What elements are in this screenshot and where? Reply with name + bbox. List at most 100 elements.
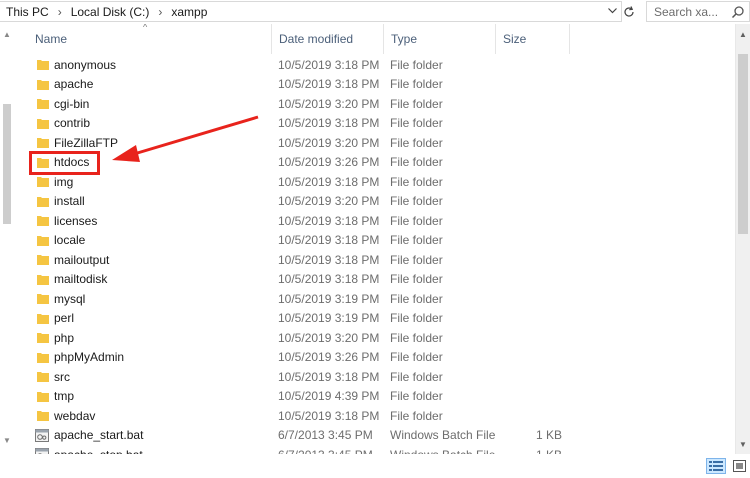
folder-icon bbox=[37, 234, 49, 247]
large-icons-view-icon[interactable] bbox=[730, 458, 748, 474]
table-row[interactable]: contrib 10/5/2019 3:18 PM File folder bbox=[0, 114, 735, 134]
table-row[interactable]: src 10/5/2019 3:18 PM File folder bbox=[0, 367, 735, 387]
file-date-modified: 10/5/2019 3:19 PM bbox=[278, 291, 380, 306]
table-row[interactable]: apache 10/5/2019 3:18 PM File folder bbox=[0, 75, 735, 95]
table-row[interactable]: apache_stop.bat6/7/2013 3:45 PMWindows B… bbox=[0, 445, 735, 454]
folder-icon bbox=[37, 78, 49, 91]
file-type: File folder bbox=[390, 311, 443, 326]
file-type: File folder bbox=[390, 291, 443, 306]
file-name: mysql bbox=[54, 291, 86, 306]
table-row[interactable]: webdav 10/5/2019 3:18 PM File folder bbox=[0, 406, 735, 426]
folder-icon bbox=[37, 58, 49, 71]
column-header-date[interactable]: Date modified bbox=[272, 24, 384, 54]
vertical-scrollbar[interactable]: ▲ ▼ bbox=[735, 24, 750, 454]
file-date-modified: 10/5/2019 3:20 PM bbox=[278, 194, 380, 209]
table-row[interactable]: FileZillaFTP 10/5/2019 3:20 PM File folder bbox=[0, 133, 735, 153]
folder-icon bbox=[37, 136, 49, 149]
table-row[interactable]: licenses 10/5/2019 3:18 PM File folder bbox=[0, 211, 735, 231]
address-history-dropdown-icon[interactable] bbox=[604, 3, 620, 19]
column-header-date-label: Date modified bbox=[279, 32, 354, 46]
file-type: File folder bbox=[390, 252, 443, 267]
breadcrumb-xampp[interactable]: xampp bbox=[171, 5, 207, 19]
file-rows: anonymous 10/5/2019 3:18 PM File folder apa… bbox=[0, 55, 735, 454]
refresh-icon[interactable] bbox=[620, 1, 638, 22]
breadcrumb[interactable]: This PC › Local Disk (C:) › xampp bbox=[0, 1, 622, 22]
file-date-modified: 10/5/2019 3:18 PM bbox=[278, 272, 380, 287]
table-row[interactable]: locale 10/5/2019 3:18 PM File folder bbox=[0, 231, 735, 251]
folder-icon bbox=[37, 292, 49, 305]
table-row[interactable]: mysql 10/5/2019 3:19 PM File folder bbox=[0, 289, 735, 309]
folder-icon bbox=[37, 253, 49, 266]
table-row[interactable]: perl 10/5/2019 3:19 PM File folder bbox=[0, 309, 735, 329]
file-name: webdav bbox=[54, 408, 96, 423]
breadcrumb-this-pc[interactable]: This PC bbox=[6, 5, 49, 19]
table-row[interactable]: apache_start.bat 6/7/2013 3:45 PM Windows … bbox=[0, 426, 735, 446]
chevron-right-icon[interactable]: › bbox=[58, 5, 62, 19]
scroll-down-icon[interactable]: ▼ bbox=[3, 436, 11, 445]
chevron-right-icon[interactable]: › bbox=[158, 5, 162, 19]
breadcrumb-local-disk[interactable]: Local Disk (C:) bbox=[71, 5, 150, 19]
file-name: FileZillaFTP bbox=[54, 135, 119, 150]
batch-file-icon bbox=[35, 428, 49, 442]
file-date-modified: 10/5/2019 3:20 PM bbox=[278, 96, 380, 111]
search-icon[interactable] bbox=[731, 5, 745, 19]
file-type: File folder bbox=[390, 272, 443, 287]
file-date-modified: 10/5/2019 3:18 PM bbox=[278, 116, 380, 131]
column-header-type-label: Type bbox=[391, 32, 418, 46]
folder-icon bbox=[37, 390, 49, 403]
file-date-modified: 10/5/2019 3:19 PM bbox=[278, 311, 380, 326]
file-type: File folder bbox=[390, 174, 443, 189]
column-header-type[interactable]: Type bbox=[384, 24, 496, 54]
table-row[interactable]: mailoutput 10/5/2019 3:18 PM File folder bbox=[0, 250, 735, 270]
table-row[interactable]: phpMyAdmin 10/5/2019 3:26 PM File folder bbox=[0, 348, 735, 368]
file-type: File folder bbox=[390, 155, 443, 170]
scroll-up-icon[interactable]: ▲ bbox=[739, 30, 747, 39]
file-date-modified: 10/5/2019 3:20 PM bbox=[278, 330, 380, 345]
folder-icon bbox=[37, 97, 49, 110]
folder-icon bbox=[37, 351, 49, 364]
file-name: cgi-bin bbox=[54, 96, 90, 111]
scrollbar-thumb[interactable] bbox=[738, 54, 748, 234]
scroll-up-icon[interactable]: ▲ bbox=[3, 30, 11, 39]
folder-icon bbox=[37, 331, 49, 344]
folder-icon bbox=[37, 117, 49, 130]
table-row[interactable]: tmp 10/5/2019 4:39 PM File folder bbox=[0, 387, 735, 407]
file-name: apache bbox=[54, 77, 94, 92]
file-date-modified: 10/5/2019 3:26 PM bbox=[278, 155, 380, 170]
folder-icon bbox=[37, 195, 49, 208]
file-type: File folder bbox=[390, 350, 443, 365]
search-input[interactable]: Search xa... bbox=[646, 1, 750, 22]
file-name: mailoutput bbox=[54, 252, 110, 267]
column-header-name[interactable]: ^ Name bbox=[28, 24, 272, 54]
table-row[interactable]: php 10/5/2019 3:20 PM File folder bbox=[0, 328, 735, 348]
file-type: File folder bbox=[390, 77, 443, 92]
navigation-pane-scrollbar[interactable]: ▲ ▼ bbox=[0, 24, 14, 454]
file-date-modified: 10/5/2019 3:18 PM bbox=[278, 213, 380, 228]
details-view-icon[interactable] bbox=[706, 458, 726, 474]
table-row[interactable]: img 10/5/2019 3:18 PM File folder bbox=[0, 172, 735, 192]
file-type: File folder bbox=[390, 408, 443, 423]
file-name: locale bbox=[54, 233, 86, 248]
column-header-size[interactable]: Size bbox=[496, 24, 570, 54]
folder-icon bbox=[37, 312, 49, 325]
file-date-modified: 10/5/2019 3:18 PM bbox=[278, 252, 380, 267]
scroll-down-icon[interactable]: ▼ bbox=[739, 440, 747, 449]
table-row[interactable]: cgi-bin 10/5/2019 3:20 PM File folder bbox=[0, 94, 735, 114]
search-placeholder: Search xa... bbox=[654, 4, 719, 19]
file-date-modified: 10/5/2019 3:18 PM bbox=[278, 233, 380, 248]
file-type: File folder bbox=[390, 135, 443, 150]
file-date-modified: 10/5/2019 3:18 PM bbox=[278, 174, 380, 189]
table-row[interactable]: install 10/5/2019 3:20 PM File folder bbox=[0, 192, 735, 212]
file-type: File folder bbox=[390, 233, 443, 248]
table-row[interactable]: mailtodisk 10/5/2019 3:18 PM File folder bbox=[0, 270, 735, 290]
column-header-name-label: Name bbox=[35, 32, 68, 46]
file-name: phpMyAdmin bbox=[54, 350, 125, 365]
file-name: licenses bbox=[54, 213, 98, 228]
scrollbar-thumb[interactable] bbox=[3, 104, 11, 224]
file-date-modified: 10/5/2019 3:18 PM bbox=[278, 77, 380, 92]
table-row[interactable]: anonymous 10/5/2019 3:18 PM File folder bbox=[0, 55, 735, 75]
address-bar: This PC › Local Disk (C:) › xampp Search… bbox=[0, 0, 750, 24]
file-type: File folder bbox=[390, 213, 443, 228]
file-list[interactable]: ^ Name Date modified Type Size anonymous… bbox=[0, 24, 735, 454]
table-row[interactable]: htdocs 10/5/2019 3:26 PM File folder bbox=[0, 153, 735, 173]
